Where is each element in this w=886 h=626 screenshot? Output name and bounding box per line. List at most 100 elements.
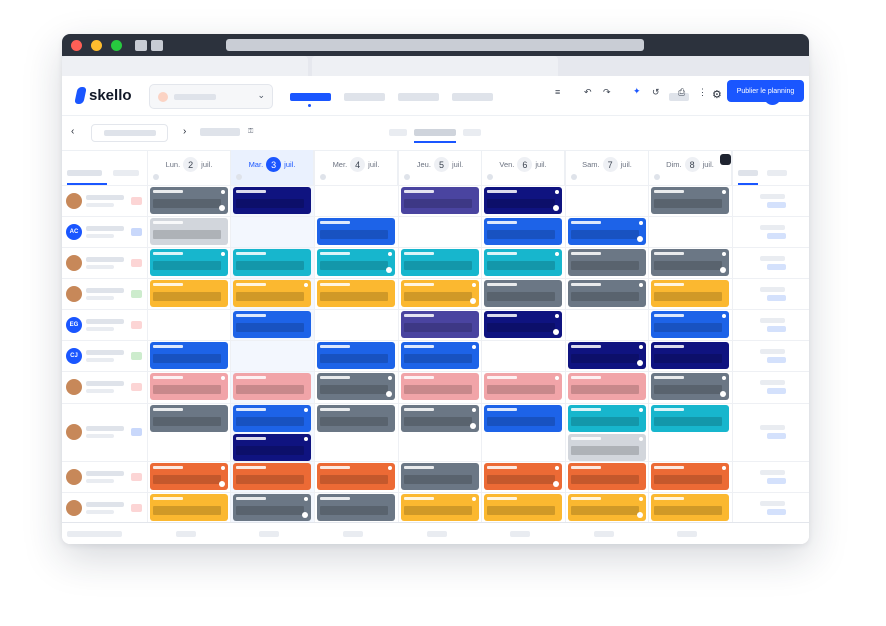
shift-card[interactable]	[233, 494, 311, 521]
shift-card[interactable]	[233, 434, 311, 461]
day-header[interactable]: Jeu. 5 juil.	[399, 150, 482, 185]
next-week-icon[interactable]: ›	[183, 127, 186, 137]
nav-tab[interactable]	[452, 93, 493, 101]
maximize-dot[interactable]	[111, 40, 122, 51]
day-header[interactable]: Lun. 2 juil.	[148, 150, 231, 185]
shift-card[interactable]	[150, 280, 228, 307]
shift-card[interactable]	[484, 187, 562, 214]
shift-card[interactable]	[150, 342, 228, 369]
shift-card[interactable]	[150, 463, 228, 490]
shift-card[interactable]	[651, 311, 729, 338]
url-bar[interactable]	[226, 39, 644, 51]
shift-card[interactable]	[568, 218, 646, 245]
shift-card[interactable]	[150, 373, 228, 400]
shift-card[interactable]	[484, 373, 562, 400]
view-tab-active[interactable]	[414, 129, 456, 136]
shift-card[interactable]	[568, 280, 646, 307]
counter-placeholder[interactable]	[738, 170, 758, 176]
sort-placeholder[interactable]	[113, 170, 139, 176]
shift-card[interactable]	[484, 463, 562, 490]
shift-card[interactable]	[401, 463, 479, 490]
shift-card[interactable]	[568, 434, 646, 461]
shift-card[interactable]	[651, 187, 729, 214]
employee-avatar[interactable]	[66, 468, 82, 485]
shift-card[interactable]	[484, 280, 562, 307]
skello-logo[interactable]: skello	[74, 87, 132, 104]
filter-icon[interactable]: ≡	[555, 87, 560, 97]
shift-card[interactable]	[317, 405, 395, 432]
print-icon[interactable]: ⎙	[678, 87, 685, 98]
shift-card[interactable]	[484, 494, 562, 521]
prev-week-icon[interactable]: ‹	[71, 127, 74, 137]
history-icon[interactable]: ↺	[652, 87, 660, 98]
shift-card[interactable]	[233, 373, 311, 400]
smart-planner-icon[interactable]: ✦	[633, 86, 641, 97]
employee-avatar[interactable]	[66, 500, 82, 516]
shift-card[interactable]	[401, 494, 479, 521]
shift-card[interactable]	[317, 342, 395, 369]
employee-avatar[interactable]: EG	[66, 316, 82, 333]
shift-card[interactable]	[233, 187, 311, 214]
shift-card[interactable]	[651, 342, 729, 369]
gear-icon[interactable]: ⚙	[712, 90, 722, 101]
shift-card[interactable]	[401, 311, 479, 338]
shift-card[interactable]	[233, 280, 311, 307]
shift-card[interactable]	[233, 249, 311, 276]
shift-card[interactable]	[651, 405, 729, 432]
sort-placeholder[interactable]	[67, 170, 102, 176]
shift-card[interactable]	[317, 463, 395, 490]
view-tab[interactable]	[389, 129, 407, 136]
employee-avatar[interactable]	[66, 254, 82, 271]
shift-card[interactable]	[317, 249, 395, 276]
shift-card[interactable]	[651, 494, 729, 521]
shift-card[interactable]	[484, 249, 562, 276]
shift-card[interactable]	[233, 405, 311, 432]
shift-card[interactable]	[568, 373, 646, 400]
shift-card[interactable]	[317, 218, 395, 245]
sidebar-toggle-icon[interactable]	[135, 40, 147, 51]
nav-tab[interactable]	[398, 93, 439, 101]
shift-card[interactable]	[401, 342, 479, 369]
tabs-icon[interactable]	[151, 40, 163, 51]
shift-card[interactable]	[401, 373, 479, 400]
employee-avatar[interactable]	[66, 424, 82, 440]
shift-card[interactable]	[568, 463, 646, 490]
day-header[interactable]: Dim. 8 juil.	[649, 150, 732, 185]
shift-card[interactable]	[484, 405, 562, 432]
employee-avatar[interactable]: CJ	[66, 347, 82, 364]
employee-avatar[interactable]	[66, 379, 82, 395]
shift-card[interactable]	[568, 249, 646, 276]
redo-icon[interactable]: ↷	[603, 87, 611, 98]
shift-card[interactable]	[150, 249, 228, 276]
shop-selector[interactable]: ⌄	[149, 84, 273, 109]
shift-card[interactable]	[401, 280, 479, 307]
employee-avatar[interactable]: AC	[66, 223, 82, 240]
shift-card[interactable]	[150, 405, 228, 432]
shift-card[interactable]	[484, 311, 562, 338]
nav-tab-planning[interactable]	[290, 93, 331, 101]
nav-tab[interactable]	[344, 93, 385, 101]
shift-card[interactable]	[568, 342, 646, 369]
shift-card[interactable]	[651, 249, 729, 276]
shift-card[interactable]	[317, 494, 395, 521]
shift-card[interactable]	[651, 463, 729, 490]
shift-card[interactable]	[150, 187, 228, 214]
shift-card[interactable]	[233, 311, 311, 338]
lock-icon[interactable]: ⚿	[248, 128, 253, 135]
more-icon[interactable]: ⋮	[698, 87, 707, 98]
shift-card[interactable]	[401, 187, 479, 214]
shift-card[interactable]	[651, 280, 729, 307]
close-dot[interactable]	[71, 40, 82, 51]
date-picker[interactable]	[91, 124, 168, 142]
shift-card[interactable]	[401, 249, 479, 276]
browser-tab[interactable]	[62, 56, 308, 76]
shift-card[interactable]	[317, 280, 395, 307]
shift-card[interactable]	[484, 218, 562, 245]
shift-card[interactable]	[401, 405, 479, 432]
day-header[interactable]: Mer. 4 juil.	[315, 150, 398, 185]
day-header[interactable]: Mar. 3 juil.	[231, 150, 314, 185]
employee-avatar[interactable]	[66, 192, 82, 209]
undo-icon[interactable]: ↶	[584, 87, 592, 98]
day-header[interactable]: Sam. 7 juil.	[566, 150, 649, 185]
counter-placeholder[interactable]	[767, 170, 787, 176]
